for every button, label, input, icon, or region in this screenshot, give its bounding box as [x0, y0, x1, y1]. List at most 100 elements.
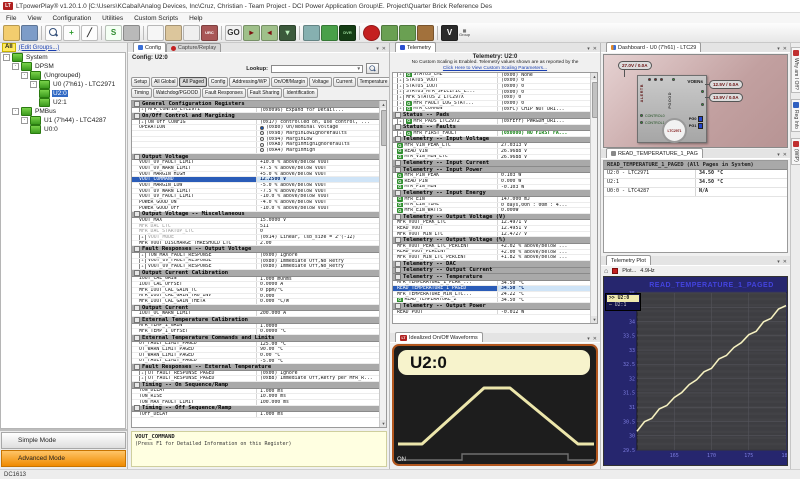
- verify-icon[interactable]: [303, 25, 320, 41]
- collapse-icon[interactable]: [395, 261, 401, 267]
- simple-mode-button[interactable]: Simple Mode: [1, 432, 126, 449]
- radio-icon[interactable]: [260, 143, 264, 147]
- tree-item-u2-1[interactable]: U2:1: [1, 98, 125, 107]
- expand-icon[interactable]: +: [397, 119, 404, 124]
- expand-icon[interactable]: +: [139, 371, 146, 376]
- register-row-read-pout[interactable]: READ_POUT-0.012 W: [393, 310, 597, 316]
- collapse-icon[interactable]: [134, 382, 140, 388]
- add-rail-icon[interactable]: +: [63, 25, 80, 41]
- menu-utilities[interactable]: Utilities: [102, 15, 123, 22]
- collapse-icon[interactable]: [395, 237, 401, 243]
- category-setup[interactable]: Setup: [131, 77, 150, 87]
- menu-file[interactable]: File: [6, 15, 16, 22]
- scroll-up-icon[interactable]: ▲: [591, 73, 598, 80]
- close-icon[interactable]: ✕: [783, 259, 787, 265]
- tree-expander[interactable]: -: [12, 108, 19, 115]
- tab-telemetry-plot[interactable]: Telemetry Plot: [606, 255, 651, 265]
- collapse-icon[interactable]: [134, 246, 140, 252]
- dock-tab-reg-info[interactable]: Reg Info: [791, 99, 800, 132]
- lookup-search-button[interactable]: [366, 63, 379, 74]
- panel-menu-icon[interactable]: ▾: [777, 46, 780, 52]
- panel-menu-icon[interactable]: ▾: [587, 46, 590, 52]
- tree-item--ungrouped-[interactable]: -(Ungrouped): [1, 71, 125, 80]
- collapse-icon[interactable]: [134, 211, 140, 217]
- collapse-icon[interactable]: [395, 274, 401, 280]
- category-timing[interactable]: Timing: [131, 88, 152, 98]
- tree-expander[interactable]: -: [12, 63, 19, 70]
- tree-item-dpsm[interactable]: -DPSM: [1, 62, 125, 71]
- close-icon[interactable]: ✕: [382, 46, 386, 52]
- reset-icon[interactable]: [363, 25, 380, 41]
- pcb-dark-icon[interactable]: DVR: [339, 25, 356, 41]
- tab-capture-replay[interactable]: Capture/Replay: [166, 43, 221, 52]
- nvm-store-icon[interactable]: [417, 25, 434, 41]
- tab-telemetry[interactable]: Telemetry: [395, 42, 436, 52]
- register-row-toff-delay[interactable]: TOFF_DELAY1.000 ms: [132, 412, 386, 418]
- collapse-icon[interactable]: [395, 303, 401, 309]
- legend-item-u2-1[interactable]: — U2:1: [607, 302, 639, 309]
- scrollbar-thumb[interactable]: [592, 82, 598, 118]
- expand-icon[interactable]: +: [139, 376, 146, 381]
- expand-icon[interactable]: +: [139, 120, 146, 125]
- panel-menu-icon[interactable]: ▾: [777, 259, 780, 265]
- collapse-icon[interactable]: [395, 167, 401, 173]
- tree-item-u2-0[interactable]: U2:0: [1, 89, 125, 98]
- collapse-icon[interactable]: [134, 113, 140, 119]
- fault-log-read-icon[interactable]: [381, 25, 398, 41]
- vertical-icon[interactable]: V: [441, 25, 458, 41]
- tree-expander[interactable]: -: [21, 117, 28, 124]
- camera-icon[interactable]: [123, 25, 140, 41]
- panel-menu-icon[interactable]: ▾: [587, 336, 590, 342]
- radio-icon[interactable]: [260, 126, 264, 130]
- expand-icon[interactable]: +: [397, 131, 404, 136]
- category-voltage[interactable]: Voltage: [309, 77, 332, 87]
- collapse-icon[interactable]: [134, 305, 140, 311]
- category-fault-sharing[interactable]: Fault Sharing: [247, 88, 283, 98]
- menu-configuration[interactable]: Configuration: [52, 15, 91, 22]
- lookup-combobox[interactable]: ▾: [271, 65, 363, 73]
- pc-to-ram-icon[interactable]: ▸: [243, 25, 260, 41]
- expand-icon[interactable]: +: [139, 253, 146, 258]
- go-ram-icon[interactable]: GO: [225, 25, 242, 41]
- setup-wizard-icon[interactable]: ╱: [81, 25, 98, 41]
- tree-expander[interactable]: -: [3, 54, 10, 61]
- category-identification[interactable]: Identification: [283, 88, 317, 98]
- tree-item-system[interactable]: -System: [1, 53, 125, 62]
- close-icon[interactable]: ✕: [593, 46, 597, 52]
- program-chip-icon[interactable]: ▾: [279, 25, 296, 41]
- category-addressing-wp[interactable]: Addressing/WP: [229, 77, 269, 87]
- category-temperature[interactable]: Temperature: [357, 77, 391, 87]
- menu-view[interactable]: View: [27, 15, 41, 22]
- register-value[interactable]: (0x98) MarginLowIgnoreFaults: [256, 131, 386, 136]
- pcb-icon[interactable]: [321, 25, 338, 41]
- register-value[interactable]: (0x80) On/Nominal Voltage: [256, 125, 386, 130]
- category-current[interactable]: Current: [333, 77, 356, 87]
- menu-help[interactable]: Help: [189, 15, 202, 22]
- category-watchdog-pgood[interactable]: Watchdog/PGOOD: [153, 88, 201, 98]
- edit-groups-link[interactable]: (Edit Groups...): [19, 45, 60, 51]
- scope-icon[interactable]: S: [105, 25, 122, 41]
- close-icon[interactable]: ✕: [593, 336, 597, 342]
- group-icon[interactable]: ▦Group: [459, 29, 470, 37]
- close-icon[interactable]: ✕: [783, 46, 787, 52]
- vertical-scrollbar[interactable]: ▲▼: [590, 73, 597, 323]
- collapse-icon[interactable]: [395, 136, 401, 142]
- fault-log-clear-icon[interactable]: [399, 25, 416, 41]
- menu-custom-scripts[interactable]: Custom Scripts: [134, 15, 178, 22]
- copy-icon[interactable]: [147, 25, 164, 41]
- scroll-down-icon[interactable]: ▼: [380, 420, 387, 427]
- tab-dashboard[interactable]: Dashboard - U0 (7'h61) - LTC29: [606, 42, 701, 52]
- dock-tab-why-am-i-off-[interactable]: Why am I Off?: [791, 47, 800, 93]
- temp-row-u2-0-ltc2971[interactable]: U2:0 - LTC297134.50 °C: [604, 170, 787, 179]
- close-icon[interactable]: ✕: [783, 152, 787, 158]
- collapse-icon[interactable]: [134, 270, 140, 276]
- zoom-icon[interactable]: [45, 25, 62, 41]
- dock-tab--wip-[interactable]: (WIP): [791, 138, 800, 165]
- expand-icon[interactable]: +: [397, 78, 404, 83]
- radio-icon[interactable]: [260, 131, 264, 135]
- collapse-icon[interactable]: [395, 190, 401, 196]
- custom-scaling-link[interactable]: Click Here to View Custom Scaling Parame…: [390, 66, 600, 71]
- temp-row-u2-1[interactable]: U2:134.50 °C: [604, 179, 787, 188]
- tab-waveforms[interactable]: LT Idealized On/Off Waveforms: [395, 332, 483, 342]
- collapse-icon[interactable]: [134, 154, 140, 160]
